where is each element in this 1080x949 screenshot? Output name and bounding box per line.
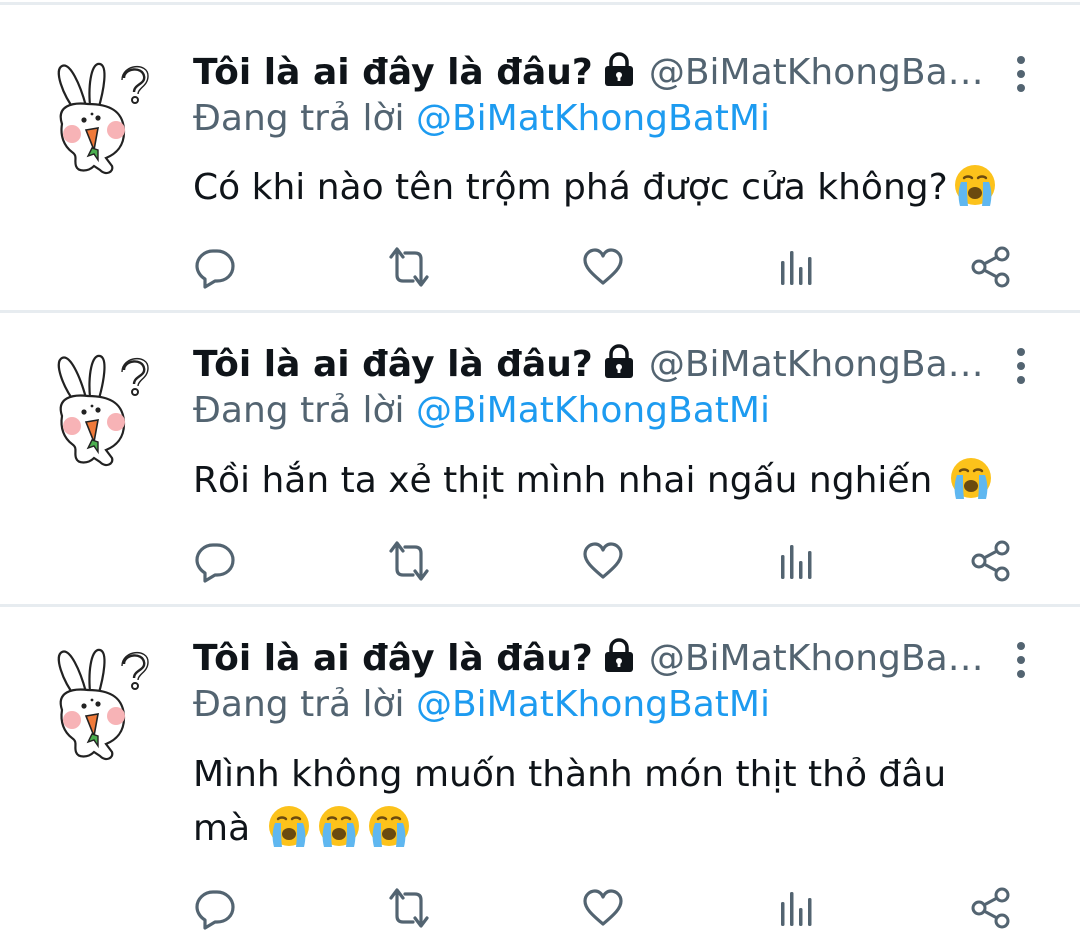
tweet-actions [0, 242, 1080, 292]
reply-button[interactable] [190, 536, 240, 586]
tweet-text: Rồi hắn ta xẻ thịt mình nhai ngấu nghiến [193, 454, 1053, 508]
tweet-header: Tôi là ai đây là đâu? @BiMatKhongBa… [193, 340, 993, 390]
like-button[interactable] [578, 242, 628, 292]
tweet-card[interactable]: Tôi là ai đây là đâu? @BiMatKhongBa… Đang… [0, 48, 1080, 298]
tweet-text-body: mà [193, 808, 262, 849]
loudly-crying-face-icon [316, 803, 362, 849]
analytics-icon [777, 247, 817, 287]
reply-prefix: Đang trả lời [193, 684, 416, 725]
reply-to-handle[interactable]: @BiMatKhongBatMi [416, 684, 770, 725]
tweet-text-body: Rồi hắn ta xẻ thịt mình nhai ngấu nghiến [193, 460, 944, 501]
reply-context: Đang trả lời @BiMatKhongBatMi [193, 680, 770, 730]
divider [0, 604, 1080, 607]
more-vertical-icon[interactable] [1006, 346, 1036, 386]
retweet-icon [385, 245, 433, 289]
reply-icon [193, 245, 237, 289]
display-name[interactable]: Tôi là ai đây là đâu? [193, 344, 593, 385]
loudly-crying-face-icon [952, 162, 998, 208]
tweet-text: Có khi nào tên trộm phá được cửa không? [193, 161, 1053, 215]
reply-context: Đang trả lời @BiMatKhongBatMi [193, 386, 770, 436]
retweet-icon [385, 539, 433, 583]
heart-icon [581, 247, 625, 287]
display-name[interactable]: Tôi là ai đây là đâu? [193, 638, 593, 679]
analytics-button[interactable] [772, 242, 822, 292]
more-vertical-icon[interactable] [1006, 640, 1036, 680]
tweet-actions [0, 883, 1080, 933]
like-button[interactable] [578, 536, 628, 586]
reply-prefix: Đang trả lời [193, 390, 416, 431]
reply-to-handle[interactable]: @BiMatKhongBatMi [416, 98, 770, 139]
loudly-crying-face-icon [948, 455, 994, 501]
retweet-button[interactable] [384, 883, 434, 933]
analytics-button[interactable] [772, 883, 822, 933]
reply-icon [193, 886, 237, 930]
share-button[interactable] [966, 883, 1016, 933]
tweet-actions [0, 536, 1080, 586]
lock-icon [601, 638, 637, 674]
display-name[interactable]: Tôi là ai đây là đâu? [193, 52, 593, 93]
share-icon [969, 886, 1013, 930]
analytics-button[interactable] [772, 536, 822, 586]
tweet-header: Tôi là ai đây là đâu? @BiMatKhongBa… [193, 48, 993, 98]
bunny-with-carrot-avatar[interactable] [32, 640, 156, 764]
heart-icon [581, 888, 625, 928]
analytics-icon [777, 541, 817, 581]
tweet-text-line: Mình không muốn thành món thịt thỏ đâu [193, 754, 947, 795]
more-vertical-icon[interactable] [1006, 54, 1036, 94]
tweet-text-body: Có khi nào tên trộm phá được cửa không? [193, 167, 948, 208]
retweet-icon [385, 886, 433, 930]
tweet-text-line: mà [193, 802, 1053, 856]
tweet-text: Mình không muốn thành món thịt thỏ đâu m… [193, 748, 1053, 856]
divider [0, 310, 1080, 313]
lock-icon [601, 52, 637, 88]
username-handle[interactable]: @BiMatKhongBa… [649, 52, 984, 93]
lock-icon [601, 344, 637, 380]
share-button[interactable] [966, 536, 1016, 586]
like-button[interactable] [578, 883, 628, 933]
reply-icon [193, 539, 237, 583]
divider [0, 2, 1080, 5]
bunny-with-carrot-avatar[interactable] [32, 346, 156, 470]
reply-prefix: Đang trả lời [193, 98, 416, 139]
username-handle[interactable]: @BiMatKhongBa… [649, 638, 984, 679]
analytics-icon [777, 888, 817, 928]
loudly-crying-face-icon [366, 803, 412, 849]
retweet-button[interactable] [384, 536, 434, 586]
reply-context: Đang trả lời @BiMatKhongBatMi [193, 94, 770, 144]
reply-to-handle[interactable]: @BiMatKhongBatMi [416, 390, 770, 431]
heart-icon [581, 541, 625, 581]
share-button[interactable] [966, 242, 1016, 292]
reply-button[interactable] [190, 883, 240, 933]
loudly-crying-face-icon [266, 803, 312, 849]
username-handle[interactable]: @BiMatKhongBa… [649, 344, 984, 385]
tweet-card[interactable]: Tôi là ai đây là đâu? @BiMatKhongBa… Đang… [0, 634, 1080, 946]
bunny-with-carrot-avatar[interactable] [32, 54, 156, 178]
tweet-header: Tôi là ai đây là đâu? @BiMatKhongBa… [193, 634, 993, 684]
share-icon [969, 539, 1013, 583]
retweet-button[interactable] [384, 242, 434, 292]
reply-button[interactable] [190, 242, 240, 292]
share-icon [969, 245, 1013, 289]
tweet-card[interactable]: Tôi là ai đây là đâu? @BiMatKhongBa… Đang… [0, 340, 1080, 595]
